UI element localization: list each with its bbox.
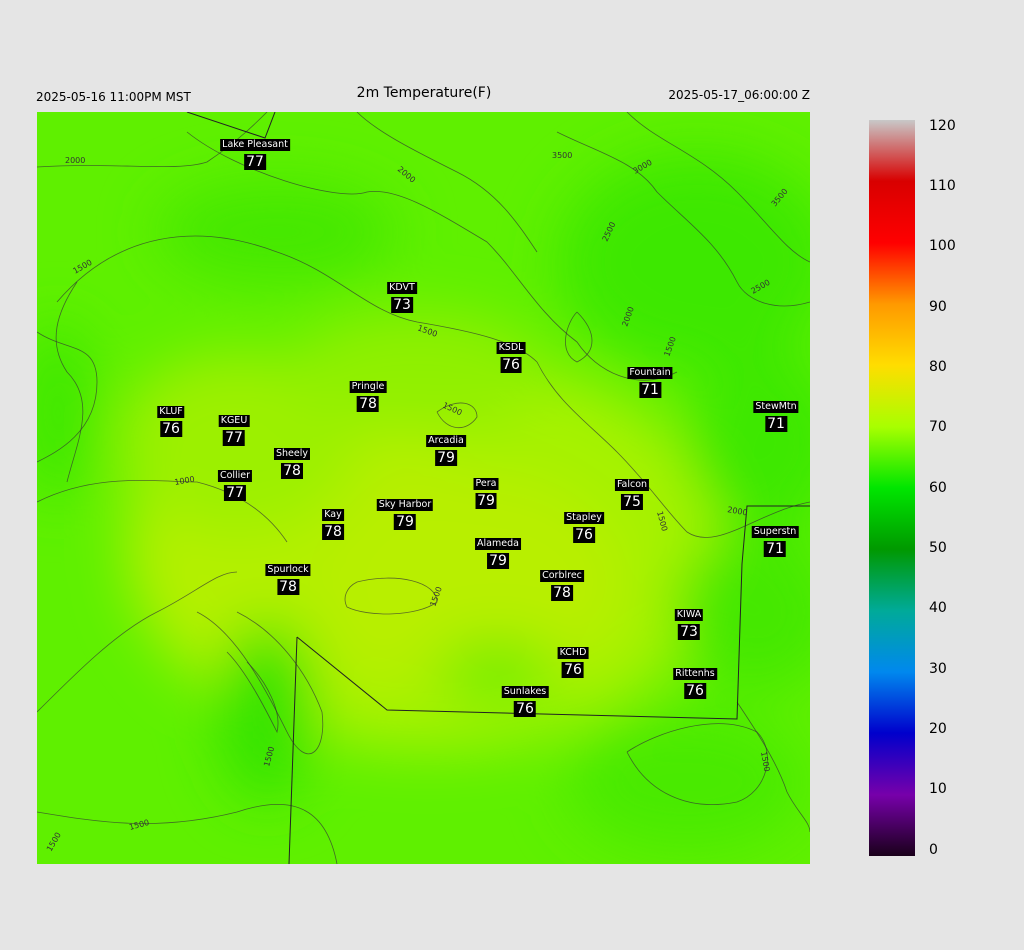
colorbar-tick: 20 xyxy=(929,721,947,737)
station-sheely: Sheely 78 xyxy=(273,448,311,479)
colorbar-tick: 110 xyxy=(929,178,956,194)
colorbar xyxy=(869,120,915,856)
station-corblrec: Corblrec 78 xyxy=(540,570,584,601)
station-temperature: 79 xyxy=(435,449,457,466)
station-name: Collier xyxy=(217,470,253,482)
svg-text:3500: 3500 xyxy=(552,151,572,160)
station-temperature: 79 xyxy=(487,552,509,569)
station-stapley: Stapley 76 xyxy=(564,512,604,543)
station-temperature: 73 xyxy=(678,623,700,640)
station-temperature: 79 xyxy=(475,492,497,509)
station-name: Pera xyxy=(473,478,499,490)
station-temperature: 76 xyxy=(573,526,595,543)
station-temperature: 79 xyxy=(394,513,416,530)
station-pera: Pera 79 xyxy=(473,478,499,509)
colorbar-tick: 50 xyxy=(929,540,947,556)
station-name: Superstn xyxy=(751,526,799,538)
colorbar-tick: 70 xyxy=(929,419,947,435)
station-collier: Collier 77 xyxy=(217,470,253,501)
station-temperature: 76 xyxy=(562,661,584,678)
station-lake-pleasant: Lake Pleasant 77 xyxy=(220,139,290,170)
station-name: KSDL xyxy=(496,342,526,354)
station-name: Spurlock xyxy=(265,564,311,576)
station-kchd: KCHD 76 xyxy=(557,647,589,678)
station-name: KCHD xyxy=(557,647,589,659)
station-name: Fountain xyxy=(627,367,673,379)
station-name: Stapley xyxy=(564,512,604,524)
colorbar-tick: 40 xyxy=(929,600,947,616)
station-arcadia: Arcadia 79 xyxy=(426,435,466,466)
station-name: Kay xyxy=(322,509,344,521)
station-name: KIWA xyxy=(674,609,704,621)
station-temperature: 78 xyxy=(277,578,299,595)
station-temperature: 76 xyxy=(160,420,182,437)
station-name: Alameda xyxy=(475,538,521,550)
station-temperature: 77 xyxy=(223,429,245,446)
station-kay: Kay 78 xyxy=(322,509,344,540)
svg-text:2000: 2000 xyxy=(65,156,85,165)
station-temperature: 77 xyxy=(244,153,266,170)
station-fountain: Fountain 71 xyxy=(627,367,673,398)
station-falcon: Falcon 75 xyxy=(614,479,650,510)
station-temperature: 76 xyxy=(514,700,536,717)
station-spurlock: Spurlock 78 xyxy=(265,564,311,595)
station-name: Sheely xyxy=(273,448,311,460)
colorbar-tick: 80 xyxy=(929,359,947,375)
station-name: Arcadia xyxy=(426,435,466,447)
colorbar-tick: 120 xyxy=(929,118,956,134)
station-pringle: Pringle 78 xyxy=(349,381,387,412)
station-kdvt: KDVT 73 xyxy=(387,282,417,313)
station-ksdl: KSDL 76 xyxy=(496,342,526,373)
station-name: Sunlakes xyxy=(501,686,549,698)
station-temperature: 78 xyxy=(551,584,573,601)
station-name: KDVT xyxy=(387,282,417,294)
station-kgeu: KGEU 77 xyxy=(218,415,250,446)
colorbar-tick: 60 xyxy=(929,480,947,496)
station-name: Sky Harbor xyxy=(376,499,434,511)
station-sky-harbor: Sky Harbor 79 xyxy=(376,499,434,530)
station-kluf: KLUF 76 xyxy=(157,406,185,437)
temperature-map: 2000 2000 3500 3000 2500 3500 2500 1500 … xyxy=(37,112,810,864)
colorbar-tick: 100 xyxy=(929,238,956,254)
station-temperature: 75 xyxy=(621,493,643,510)
station-name: KGEU xyxy=(218,415,250,427)
station-temperature: 71 xyxy=(639,381,661,398)
station-sunlakes: Sunlakes 76 xyxy=(501,686,549,717)
colorbar-tick: 30 xyxy=(929,661,947,677)
station-temperature: 77 xyxy=(224,484,246,501)
station-temperature: 71 xyxy=(765,415,787,432)
station-name: Corblrec xyxy=(540,570,584,582)
station-temperature: 78 xyxy=(357,395,379,412)
station-stewmtn: StewMtn 71 xyxy=(753,401,799,432)
station-temperature: 78 xyxy=(322,523,344,540)
colorbar-tick: 10 xyxy=(929,781,947,797)
station-rittenhs: Rittenhs 76 xyxy=(673,668,717,699)
station-temperature: 73 xyxy=(391,296,413,313)
station-name: Pringle xyxy=(349,381,387,393)
station-name: Rittenhs xyxy=(673,668,717,680)
station-name: Falcon xyxy=(614,479,650,491)
station-temperature: 71 xyxy=(764,540,786,557)
station-temperature: 76 xyxy=(684,682,706,699)
station-superstn: Superstn 71 xyxy=(751,526,799,557)
station-temperature: 76 xyxy=(500,356,522,373)
valid-time-utc: 2025-05-17_06:00:00 Z xyxy=(668,88,810,102)
colorbar-tick: 90 xyxy=(929,299,947,315)
station-alameda: Alameda 79 xyxy=(475,538,521,569)
temperature-field: 2000 2000 3500 3000 2500 3500 2500 1500 … xyxy=(37,112,810,864)
station-kiwa: KIWA 73 xyxy=(674,609,704,640)
station-name: KLUF xyxy=(157,406,185,418)
station-temperature: 78 xyxy=(281,462,303,479)
station-name: Lake Pleasant xyxy=(220,139,290,151)
station-name: StewMtn xyxy=(753,401,799,413)
colorbar-tick: 0 xyxy=(929,842,938,858)
